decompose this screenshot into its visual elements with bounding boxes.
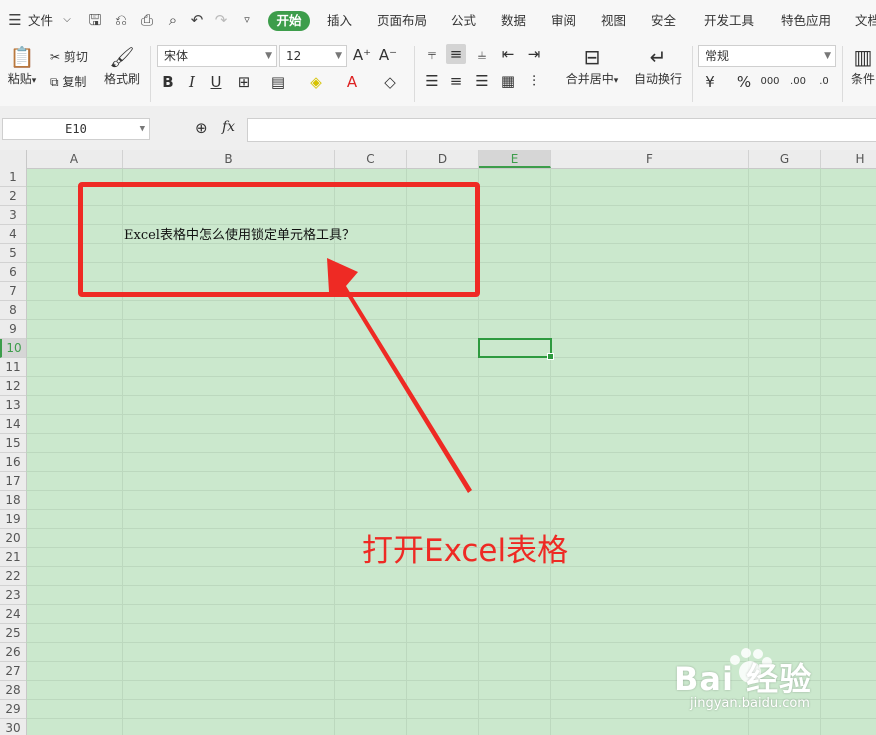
watermark-url: jingyan.baidu.com <box>690 696 810 711</box>
baidu-jingyan-watermark: Bai 经验 jingyan.baidu.com <box>674 648 874 714</box>
watermark-brand: Bai 经验 <box>674 660 813 698</box>
arrow-shape <box>327 258 472 493</box>
annotation-arrow <box>327 258 472 493</box>
annotation-caption: 打开Excel表格 <box>362 533 569 569</box>
